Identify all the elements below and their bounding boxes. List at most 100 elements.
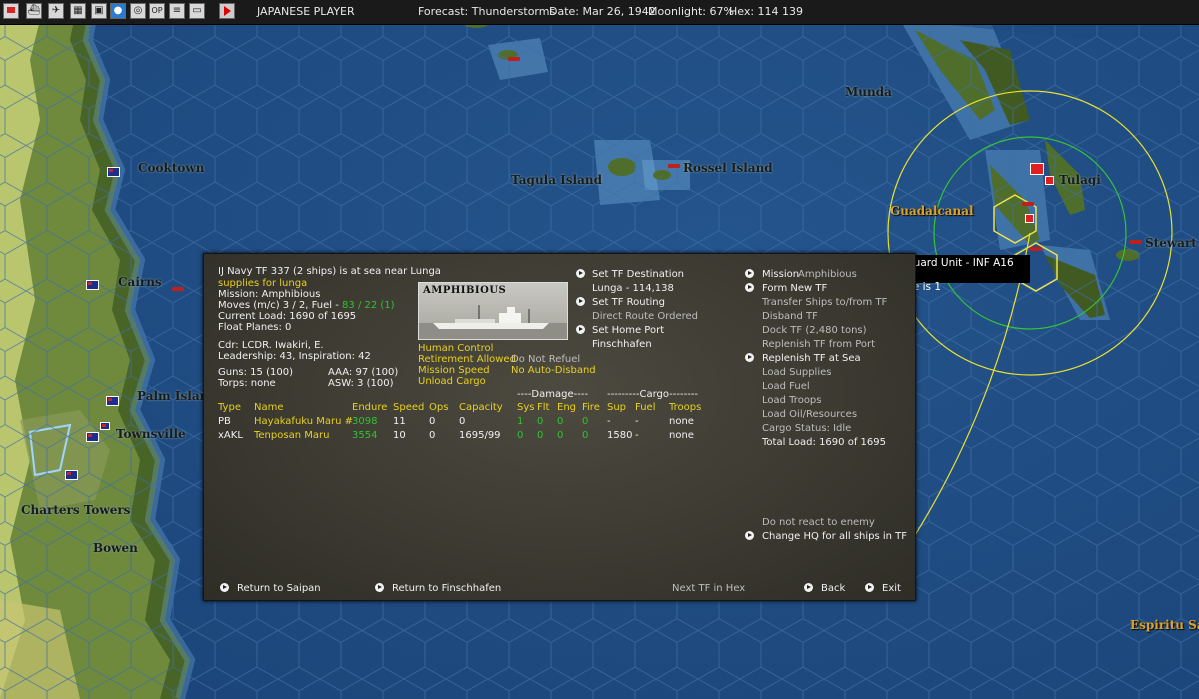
table-cell-fuel: -: [635, 430, 639, 441]
map-label-townsville: Townsville: [116, 427, 186, 441]
screen-icon[interactable]: ▭: [189, 3, 205, 19]
date-label: Date: Mar 26, 1942: [549, 5, 656, 18]
enemy-unit-marker[interactable]: [1025, 214, 1034, 223]
replenish-port-button[interactable]: Replenish TF from Port: [762, 339, 875, 351]
column-header-eng: Eng: [557, 402, 577, 413]
column-header-sup: Sup: [607, 402, 627, 413]
table-cell-fire: 0: [582, 416, 589, 427]
column-header-flt: Flt: [537, 402, 550, 413]
map-label-rossel: Rossel Island: [683, 161, 773, 175]
load-oil-button[interactable]: Load Oil/Resources: [762, 409, 857, 421]
load-supplies-button[interactable]: Load Supplies: [762, 367, 831, 379]
arrow-icon: [220, 583, 229, 592]
change-hq-button[interactable]: Change HQ for all ships in TF: [762, 531, 907, 543]
return-finschhafen-button[interactable]: Return to Finschhafen: [392, 583, 501, 595]
enemy-unit-marker[interactable]: [1045, 176, 1054, 185]
ship-name-link[interactable]: Hayakafuku Maru #: [254, 416, 353, 428]
return-saipan-button[interactable]: Return to Saipan: [237, 583, 321, 595]
arrow-icon: [375, 583, 384, 592]
column-header-ops: Ops: [429, 402, 449, 413]
mission-value: Amphibious: [798, 269, 857, 280]
dock-tf-button[interactable]: Dock TF (2,480 tons): [762, 325, 867, 337]
back-button[interactable]: Back: [821, 583, 845, 595]
table-cell-endure: 3554: [352, 430, 378, 441]
replenish-sea-button[interactable]: Replenish TF at Sea: [762, 353, 861, 365]
allied-base-flag-townsville[interactable]: [86, 432, 99, 442]
ship-marker[interactable]: [1022, 202, 1034, 206]
ship-marker[interactable]: [668, 164, 680, 168]
map-label-guadalcanal: Guadalcanal: [890, 204, 974, 218]
player-label: JAPANESE PLAYER: [257, 5, 355, 18]
allied-base-flag-bowen[interactable]: [100, 422, 110, 430]
ship-marker[interactable]: [1030, 247, 1042, 251]
transfer-ships-button[interactable]: Transfer Ships to/from TF: [762, 297, 887, 309]
base-icon[interactable]: ▦: [70, 3, 86, 19]
exit-button[interactable]: Exit: [882, 583, 901, 595]
map-label-tagula: Tagula Island: [511, 173, 603, 187]
table-cell-type: xAKL: [218, 430, 243, 441]
map-label-munda: Munda: [845, 85, 892, 99]
table-cell-eng: 0: [557, 416, 564, 427]
map-label-cairns: Cairns: [118, 275, 162, 289]
ship-marker[interactable]: [508, 57, 520, 61]
table-cell-speed: 10: [393, 430, 406, 441]
set-routing-button[interactable]: Set TF Routing: [592, 297, 665, 309]
allied-base-flag-palm[interactable]: [106, 396, 119, 406]
ship-icon[interactable]: ⛴: [26, 3, 42, 19]
table-cell-troops: none: [669, 430, 694, 441]
load-fuel-button[interactable]: Load Fuel: [762, 381, 810, 393]
enemy-unit-marker[interactable]: [1030, 163, 1044, 175]
tf-status-line[interactable]: IJ Navy TF 337 (2 ships) is at sea near …: [218, 266, 441, 278]
disband-tf-button[interactable]: Disband TF: [762, 311, 818, 323]
arrow-icon: [745, 531, 754, 540]
allied-base-flag-charters[interactable]: [65, 470, 78, 480]
next-tf-button[interactable]: Next TF in Hex: [672, 583, 745, 595]
report-icon[interactable]: ≡: [169, 3, 185, 19]
table-cell-ops: 0: [429, 416, 436, 427]
table-cell-sys: 1: [517, 416, 524, 427]
ship-marker[interactable]: [1130, 240, 1142, 244]
table-cell-sys: 0: [517, 430, 524, 441]
forecast-label: Forecast: Thunderstorms: [418, 5, 556, 18]
load-troops-button[interactable]: Load Troops: [762, 395, 822, 407]
op-icon[interactable]: OP: [149, 3, 165, 19]
column-header-sys: Sys: [517, 402, 535, 413]
table-cell-sup: -: [607, 416, 611, 427]
globe-icon[interactable]: ●: [110, 3, 126, 19]
map-label-bowen: Bowen: [93, 541, 138, 555]
column-header-speed: Speed: [393, 402, 425, 413]
ship-class-picture: AMPHIBIOUS: [418, 282, 568, 340]
task-force-dialog: IJ Navy TF 337 (2 ships) is at sea near …: [203, 253, 916, 601]
ship-marker[interactable]: [172, 287, 184, 291]
aircraft-icon[interactable]: ✈: [48, 3, 64, 19]
set-home-port-button[interactable]: Set Home Port: [592, 325, 664, 337]
form-new-tf-button[interactable]: Form New TF: [762, 283, 827, 295]
routing-value: Direct Route Ordered: [592, 311, 699, 322]
map-label-charters-towers: Charters Towers: [21, 503, 131, 517]
allied-base-flag-cairns[interactable]: [86, 280, 99, 290]
home-port-value: Finschhafen: [592, 339, 652, 350]
set-destination-button[interactable]: Set TF Destination: [592, 269, 684, 281]
damage-group-header: ----Damage----: [517, 389, 589, 400]
column-header-type: Type: [218, 402, 241, 413]
arrow-icon: [576, 269, 585, 278]
column-header-fire: Fire: [582, 402, 600, 413]
target-icon[interactable]: ◎: [130, 3, 146, 19]
allied-base-flag-cooktown[interactable]: [107, 167, 120, 177]
react-toggle[interactable]: Do not react to enemy: [762, 517, 875, 529]
table-cell-sup: 1580: [607, 430, 633, 441]
end-turn-icon[interactable]: [219, 3, 235, 19]
auto-disband-toggle[interactable]: No Auto-Disband: [511, 365, 596, 377]
destination-value: Lunga - 114,138: [592, 283, 674, 294]
table-cell-flt: 0: [537, 416, 544, 427]
table-cell-endure: 3098: [352, 416, 378, 427]
unit-icon[interactable]: ▣: [91, 3, 107, 19]
table-cell-flt: 0: [537, 430, 544, 441]
arrow-icon: [745, 283, 754, 292]
unload-cargo-toggle[interactable]: Unload Cargo: [418, 376, 486, 388]
map-label-cooktown: Cooktown: [138, 161, 205, 175]
ship-name-link[interactable]: Tenposan Maru: [254, 430, 329, 442]
mission-button[interactable]: Mission: [762, 269, 799, 281]
flag-icon[interactable]: [3, 3, 19, 19]
moves-text: Moves (m/c) 3 / 2, Fuel -: [218, 300, 343, 311]
